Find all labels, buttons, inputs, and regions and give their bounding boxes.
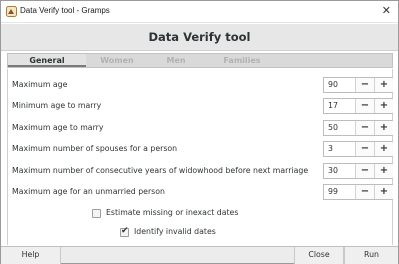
invalid-dates-label: Identify invalid dates bbox=[134, 227, 216, 236]
run-button[interactable]: Run bbox=[344, 247, 398, 264]
tab-general[interactable]: General bbox=[8, 54, 86, 67]
estimate-dates-checkbox[interactable] bbox=[92, 209, 101, 218]
dialog-window: Data Verify tool - Gramps ✕ Data Verify … bbox=[0, 0, 399, 264]
unmarried-age-value[interactable]: 99 bbox=[324, 185, 354, 199]
invalid-dates-option[interactable]: ✔ Identify invalid dates bbox=[120, 226, 280, 238]
increment-button[interactable]: + bbox=[374, 121, 393, 135]
decrement-button[interactable]: − bbox=[355, 121, 374, 135]
help-button[interactable]: Help bbox=[1, 247, 61, 264]
tab-bar: General Women Men Families bbox=[7, 53, 393, 68]
dialog-title: Data Verify tool bbox=[148, 30, 251, 44]
maximum-spouses-spinner: 3 − + bbox=[323, 141, 393, 157]
minimum-age-to-marry-value[interactable]: 17 bbox=[324, 99, 354, 113]
minimum-age-to-marry-label: Minimum age to marry bbox=[12, 101, 102, 110]
widowhood-years-value[interactable]: 30 bbox=[324, 164, 354, 178]
unmarried-age-spinner: 99 − + bbox=[323, 184, 393, 200]
maximum-age-to-marry-label: Maximum age to marry bbox=[12, 123, 104, 132]
widowhood-years-spinner: 30 − + bbox=[323, 163, 393, 179]
estimate-dates-option[interactable]: Estimate missing or inexact dates bbox=[92, 208, 292, 219]
maximum-spouses-value[interactable]: 3 bbox=[324, 142, 354, 156]
widowhood-years-label: Maximum number of consecutive years of w… bbox=[12, 166, 309, 175]
close-button[interactable]: Close bbox=[294, 247, 344, 264]
maximum-spouses-label: Maximum number of spouses for a person bbox=[12, 144, 178, 153]
tab-men[interactable]: Men bbox=[148, 54, 204, 67]
maximum-age-label: Maximum age bbox=[12, 80, 68, 89]
decrement-button[interactable]: − bbox=[355, 164, 374, 178]
maximum-age-value[interactable]: 90 bbox=[324, 78, 354, 92]
gramps-icon bbox=[6, 6, 17, 17]
checkmark-icon: ✔ bbox=[121, 226, 129, 236]
decrement-button[interactable]: − bbox=[355, 78, 374, 92]
increment-button[interactable]: + bbox=[374, 99, 393, 113]
dialog-header: Data Verify tool bbox=[1, 24, 398, 51]
maximum-age-to-marry-spinner: 50 − + bbox=[323, 120, 393, 136]
tab-families[interactable]: Families bbox=[204, 54, 280, 67]
maximum-age-to-marry-value[interactable]: 50 bbox=[324, 121, 354, 135]
unmarried-age-label: Maximum age for an unmarried person bbox=[12, 187, 165, 196]
close-icon[interactable]: ✕ bbox=[382, 4, 391, 17]
decrement-button[interactable]: − bbox=[355, 99, 374, 113]
increment-button[interactable]: + bbox=[374, 78, 393, 92]
tab-women[interactable]: Women bbox=[86, 54, 148, 67]
maximum-age-spinner: 90 − + bbox=[323, 77, 393, 93]
increment-button[interactable]: + bbox=[374, 185, 393, 199]
estimate-dates-label: Estimate missing or inexact dates bbox=[106, 208, 239, 217]
decrement-button[interactable]: − bbox=[355, 142, 374, 156]
invalid-dates-checkbox[interactable]: ✔ bbox=[120, 226, 129, 237]
window-title: Data Verify tool - Gramps bbox=[20, 6, 110, 15]
decrement-button[interactable]: − bbox=[355, 185, 374, 199]
increment-button[interactable]: + bbox=[374, 164, 393, 178]
title-bar[interactable]: Data Verify tool - Gramps ✕ bbox=[1, 1, 398, 23]
button-bar: Help Close Run bbox=[1, 246, 398, 264]
minimum-age-to-marry-spinner: 17 − + bbox=[323, 98, 393, 114]
increment-button[interactable]: + bbox=[374, 142, 393, 156]
